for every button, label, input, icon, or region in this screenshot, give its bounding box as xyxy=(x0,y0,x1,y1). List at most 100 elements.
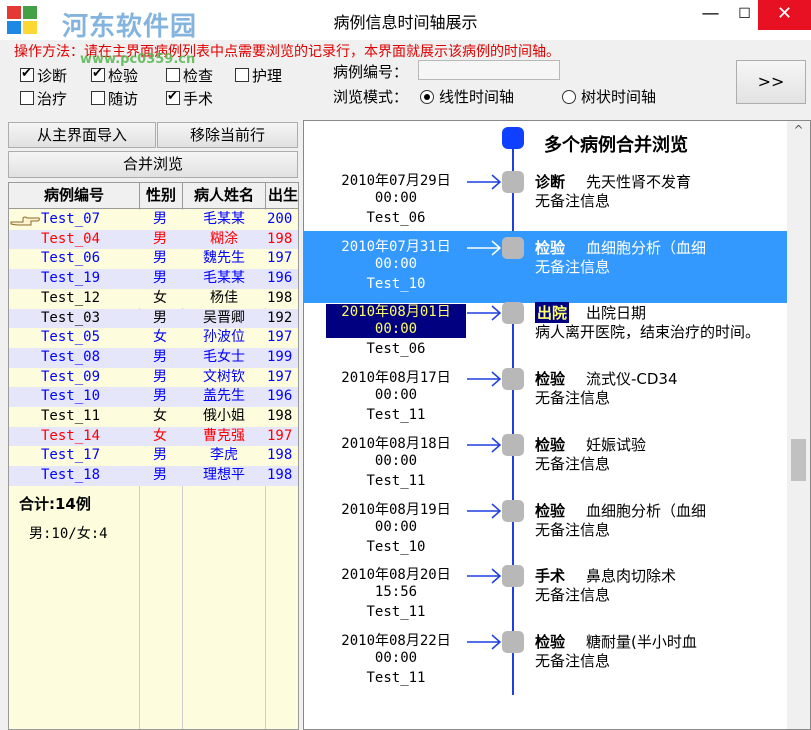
arrow-right-icon xyxy=(467,502,502,519)
event-description: 先天性肾不发育 xyxy=(586,173,692,191)
table-row[interactable]: Test_11 女 俄小姐 198 xyxy=(9,407,298,427)
checkbox-box xyxy=(166,89,180,105)
event-case-id: Test_06 xyxy=(366,210,426,226)
arrow-right-icon xyxy=(467,305,502,321)
filter-surgery-checkbox[interactable]: 手术 xyxy=(166,89,213,108)
event-node[interactable] xyxy=(502,499,524,522)
event-date: 2010年07月31日 xyxy=(341,238,451,255)
mode-tree-radio[interactable]: 树状时间轴 xyxy=(562,86,656,107)
timeline-start-node xyxy=(502,127,524,149)
column-header-code[interactable]: 病例编号 xyxy=(9,183,140,209)
event-node[interactable] xyxy=(502,433,524,456)
cell-birth: 197 xyxy=(267,250,293,267)
checkbox-box xyxy=(235,68,249,82)
event-category: 手术 xyxy=(535,567,566,586)
cell-sex: 男 xyxy=(153,309,167,326)
hand-pointer-icon xyxy=(10,216,40,226)
event-date: 2010年07月29日 xyxy=(341,173,451,189)
table-row[interactable]: Test_18 男 理想平 198 xyxy=(9,466,298,486)
event-datetime: 2010年07月29日 00:00 Test_06 xyxy=(326,173,466,227)
table-row[interactable]: Test_04 男 糊涂 198 xyxy=(9,229,298,250)
cell-name: 毛某某 xyxy=(203,270,245,287)
cell-name: 文树钦 xyxy=(203,368,245,385)
cell-name: 毛女士 xyxy=(203,348,245,365)
remove-row-button[interactable]: 移除当前行 xyxy=(157,122,298,148)
column-header-sex[interactable]: 性别 xyxy=(140,183,183,209)
cell-name: 魏先生 xyxy=(203,250,245,267)
table-row[interactable]: Test_06 男 魏先生 197 xyxy=(9,249,298,270)
timeline-event[interactable]: 2010年08月19日 00:00 Test_10 检验 血细胞分析（血细 无备注信息 xyxy=(304,499,787,566)
expand-button[interactable]: >> xyxy=(736,60,806,104)
event-category: 检验 xyxy=(535,632,566,651)
table-row[interactable]: Test_17 男 李虎 198 xyxy=(9,446,298,467)
event-datetime: 2010年07月31日 00:00 Test_10 xyxy=(326,239,466,293)
table-row[interactable]: Test_19 男 毛某某 196 xyxy=(9,269,298,289)
event-datetime: 2010年08月01日 00:00 Test_06 xyxy=(326,304,466,358)
filter-nursing-checkbox[interactable]: 护理 xyxy=(235,66,282,85)
table-row[interactable]: Test_05 女 孙波位 197 xyxy=(9,328,298,348)
event-case-id: Test_11 xyxy=(366,472,426,489)
timeline-title: 多个病例合并浏览 xyxy=(544,135,688,156)
table-row[interactable]: Test_09 男 文树钦 197 xyxy=(9,367,298,388)
event-node[interactable] xyxy=(502,171,524,193)
table-row[interactable]: Test_12 女 杨佳 198 xyxy=(9,288,298,309)
close-button[interactable]: ✕ xyxy=(758,0,811,30)
arrow-right-icon xyxy=(467,437,502,453)
filter-diagnose-checkbox[interactable]: 诊断 xyxy=(20,66,67,85)
mode-linear-radio[interactable]: 线性时间轴 xyxy=(420,86,514,107)
event-node[interactable] xyxy=(502,368,524,391)
arrow-right-icon xyxy=(467,371,502,387)
timeline-event[interactable]: 2010年08月01日 00:00 Test_06 出院 出院日期 病人离开医院，结束治疗… xyxy=(304,302,787,368)
column-header-name[interactable]: 病人姓名 xyxy=(183,183,266,209)
scroll-thumb[interactable] xyxy=(791,439,806,481)
merge-browse-button[interactable]: 合并浏览 xyxy=(8,151,298,178)
import-button[interactable]: 从主界面导入 xyxy=(8,122,156,148)
table-row[interactable]: Test_03 男 吴晋卿 192 xyxy=(9,308,298,329)
timeline-event[interactable]: 2010年07月31日 00:00 Test_10 检验 血细胞分析（血细 无备注信息 xyxy=(304,230,787,303)
total-count: 合计:14例 xyxy=(19,495,91,513)
event-time: 00:00 xyxy=(374,649,418,666)
cell-name: 李虎 xyxy=(210,447,238,464)
cell-code: Test_17 xyxy=(41,447,101,464)
cell-birth: 200 xyxy=(267,211,293,227)
filter-exam-checkbox[interactable]: 检查 xyxy=(166,66,213,85)
filter-followup-checkbox[interactable]: 随访 xyxy=(91,89,138,108)
event-node[interactable] xyxy=(502,630,524,653)
timeline-event[interactable]: 2010年08月22日 00:00 Test_11 检验 糖耐量(半小时血 无备注信息 xyxy=(304,630,787,697)
table-row[interactable]: Test_14 女 曹克强 197 xyxy=(9,426,298,447)
table-row[interactable]: Test_08 男 毛女士 199 xyxy=(9,347,298,368)
event-category: 检验 xyxy=(535,435,566,454)
event-description: 血细胞分析（血细 xyxy=(586,238,707,257)
scroll-up-icon[interactable]: ^ xyxy=(787,123,810,137)
event-time: 00:00 xyxy=(326,321,466,339)
cell-code: Test_05 xyxy=(41,329,101,346)
event-node[interactable] xyxy=(502,565,524,588)
cell-birth: 198 xyxy=(267,408,293,424)
cell-name: 盖先生 xyxy=(203,388,245,405)
cell-code: Test_11 xyxy=(41,408,101,424)
checkbox-box xyxy=(91,91,105,105)
filter-treat-checkbox[interactable]: 治疗 xyxy=(20,89,67,108)
cell-name: 曹克强 xyxy=(203,427,245,444)
checkbox-box xyxy=(166,68,180,82)
timeline-event[interactable]: 2010年08月20日 15:56 Test_11 手术 鼻息肉切除术 无备注信息 xyxy=(304,565,787,631)
column-header-birth[interactable]: 出生 xyxy=(266,183,298,209)
event-date: 2010年08月20日 xyxy=(341,567,451,584)
timeline-event[interactable]: 2010年08月18日 00:00 Test_11 检验 妊娠试验 无备注信息 xyxy=(304,433,787,500)
event-time: 00:00 xyxy=(374,255,418,272)
event-datetime: 2010年08月19日 00:00 Test_10 xyxy=(326,502,466,556)
table-row[interactable]: Test_10 男 盖先生 196 xyxy=(9,387,298,407)
timeline-event[interactable]: 2010年07月29日 00:00 Test_06 诊断 先天性肾不发育 无备注信息 xyxy=(304,171,787,237)
cell-code: Test_12 xyxy=(41,289,101,306)
timeline-event[interactable]: 2010年08月17日 00:00 Test_11 检验 流式仪-CD34 无备注信息 xyxy=(304,368,787,434)
event-node[interactable] xyxy=(502,302,524,325)
event-case-id: Test_11 xyxy=(366,407,426,424)
filter-lab-checkbox[interactable]: 检验 xyxy=(91,66,138,85)
vertical-scrollbar[interactable]: ^ xyxy=(787,121,810,729)
cell-name: 毛某某 xyxy=(203,211,245,227)
event-description: 妊娠试验 xyxy=(586,435,647,454)
case-number-input[interactable] xyxy=(418,60,560,80)
event-case-id: Test_06 xyxy=(366,341,426,358)
event-node[interactable] xyxy=(502,236,524,259)
table-row[interactable]: Test_07 男 毛某某 200 xyxy=(9,210,298,230)
